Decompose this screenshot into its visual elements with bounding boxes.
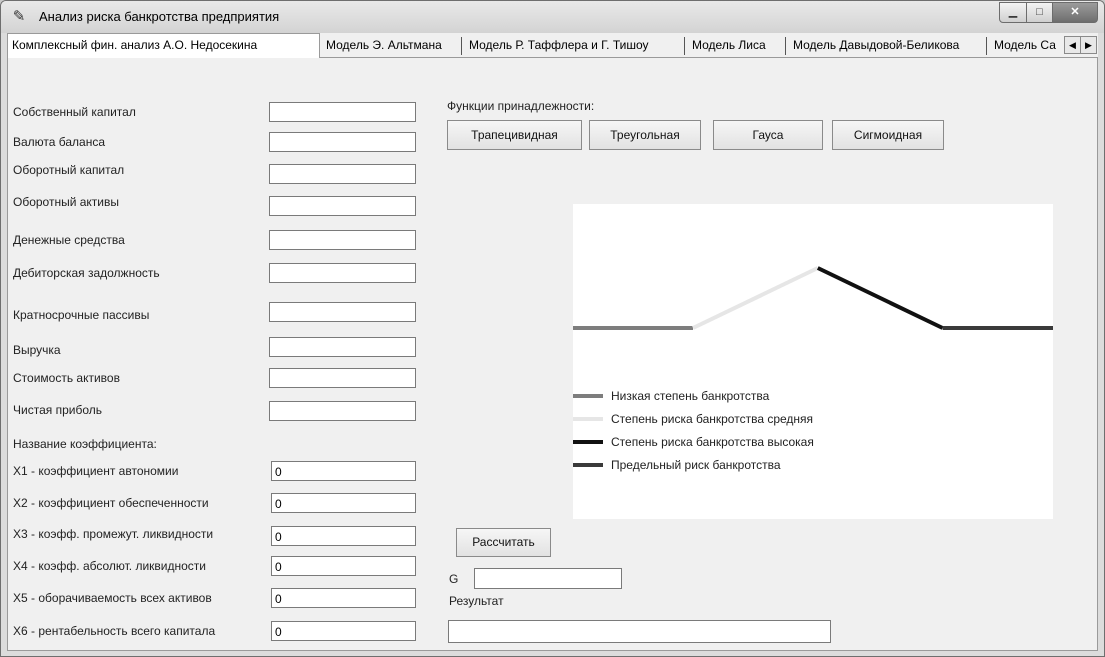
legend-swatch-medium — [573, 417, 603, 421]
current-assets-input[interactable] — [269, 196, 416, 216]
net-profit-input[interactable] — [269, 401, 416, 421]
calculate-button[interactable]: Рассчитать — [456, 528, 551, 557]
series-line-2 — [816, 266, 944, 330]
cash-label: Денежные средства — [13, 233, 125, 247]
legend-swatch-high — [573, 440, 603, 444]
x6-label: X6 - рентабельность всего капитала — [13, 624, 216, 638]
tab-separator — [986, 37, 987, 55]
window-controls: ▁ □ ✕ — [999, 2, 1098, 23]
current-assets-label: Оборотный активы — [13, 195, 120, 209]
own-capital-input[interactable] — [269, 102, 416, 122]
x5-label: X5 - оборачиваемость всех активов — [13, 591, 212, 605]
membership-chart-plot — [573, 266, 1053, 330]
legend-label-medium: Степень риска банкротства средняя — [611, 412, 814, 426]
tab-davydova[interactable]: Модель Давыдовой-Беликова — [789, 35, 985, 56]
membership-chart: Низкая степень банкротства Степень риска… — [573, 204, 1053, 519]
x3-label: X3 - коэфф. промежут. ликвидности — [13, 527, 214, 541]
app-icon: ✎ — [12, 8, 26, 25]
balance-currency-label: Валюта баланса — [13, 135, 106, 149]
tab-taffler[interactable]: Модель Р. Таффлера и Г. Тишоу — [465, 35, 683, 56]
result-field[interactable] — [448, 620, 831, 643]
x4-label: X4 - коэфф. абсолют. ликвидности — [13, 559, 207, 573]
assets-value-label: Стоимость активов — [13, 371, 120, 385]
result-label: Результат — [449, 594, 504, 608]
triangular-button[interactable]: Треугольная — [589, 120, 701, 150]
tab-separator — [461, 37, 462, 55]
tab-nedosekin[interactable]: Комплексный фин. анализ А.О. Недосекина — [7, 33, 320, 58]
minimize-button[interactable]: ▁ — [999, 2, 1027, 23]
tab-strip: Комплексный фин. анализ А.О. Недосекина … — [7, 33, 1098, 58]
legend-swatch-low — [573, 394, 603, 398]
trapezoid-button[interactable]: Трапецивидная — [447, 120, 582, 150]
x1-label: X1 - коэффициент автономии — [13, 464, 179, 478]
sigmoid-button[interactable]: Сигмоидная — [832, 120, 944, 150]
maximize-button[interactable]: □ — [1027, 2, 1053, 23]
membership-header: Функции принадлежности: — [447, 99, 595, 113]
window-title: Анализ риска банкротства предприятия — [39, 9, 280, 24]
cash-input[interactable] — [269, 230, 416, 250]
x6-field[interactable]: 0 — [271, 621, 416, 641]
chart-legend: Низкая степень банкротства Степень риска… — [573, 384, 1053, 519]
short-liabilities-label: Кратносрочные пассивы — [13, 308, 150, 322]
close-button[interactable]: ✕ — [1053, 2, 1098, 23]
tab-altman[interactable]: Модель Э. Альтмана — [322, 35, 460, 56]
legend-label-limit: Предельный риск банкротства — [611, 458, 781, 472]
g-label: G — [449, 572, 459, 586]
balance-currency-input[interactable] — [269, 132, 416, 152]
working-capital-input[interactable] — [269, 164, 416, 184]
revenue-input[interactable] — [269, 337, 416, 357]
x5-field[interactable]: 0 — [271, 588, 416, 608]
working-capital-label: Оборотный капитал — [13, 163, 125, 177]
x2-field[interactable]: 0 — [271, 493, 416, 513]
client-area: Комплексный фин. анализ А.О. Недосекина … — [7, 33, 1098, 651]
g-field[interactable] — [474, 568, 622, 589]
tab-separator — [785, 37, 786, 55]
tab-lis[interactable]: Модель Лиса — [688, 35, 784, 56]
series-line-1 — [692, 266, 819, 330]
title-bar[interactable]: ✎ Анализ риска банкротства предприятия ▁… — [1, 1, 1104, 33]
short-liabilities-input[interactable] — [269, 302, 416, 322]
own-capital-label: Собственный капитал — [13, 105, 136, 119]
tab-separator — [684, 37, 685, 55]
main-window: ✎ Анализ риска банкротства предприятия ▁… — [0, 0, 1105, 657]
receivables-label: Дебиторская задолжность — [13, 266, 160, 280]
tab-panel: Собственный капитал Валюта баланса Оборо… — [7, 57, 1098, 651]
coefficient-header: Название коэффициента: — [13, 437, 157, 451]
tab-scroll-left-icon[interactable]: ◀ — [1064, 36, 1081, 54]
legend-swatch-limit — [573, 463, 603, 467]
receivables-input[interactable] — [269, 263, 416, 283]
net-profit-label: Чистая приболь — [13, 403, 102, 417]
tab-sa[interactable]: Модель Са — [990, 35, 1064, 56]
legend-label-high: Степень риска банкротства высокая — [611, 435, 814, 449]
x4-field[interactable]: 0 — [271, 556, 416, 576]
revenue-label: Выручка — [13, 343, 61, 357]
x3-field[interactable]: 0 — [271, 526, 416, 546]
assets-value-input[interactable] — [269, 368, 416, 388]
gauss-button[interactable]: Гауса — [713, 120, 823, 150]
x2-label: X2 - коэффициент обеспеченности — [13, 496, 209, 510]
x1-field[interactable]: 0 — [271, 461, 416, 481]
tab-scroll-right-icon[interactable]: ▶ — [1080, 36, 1097, 54]
legend-label-low: Низкая степень банкротства — [611, 389, 770, 403]
